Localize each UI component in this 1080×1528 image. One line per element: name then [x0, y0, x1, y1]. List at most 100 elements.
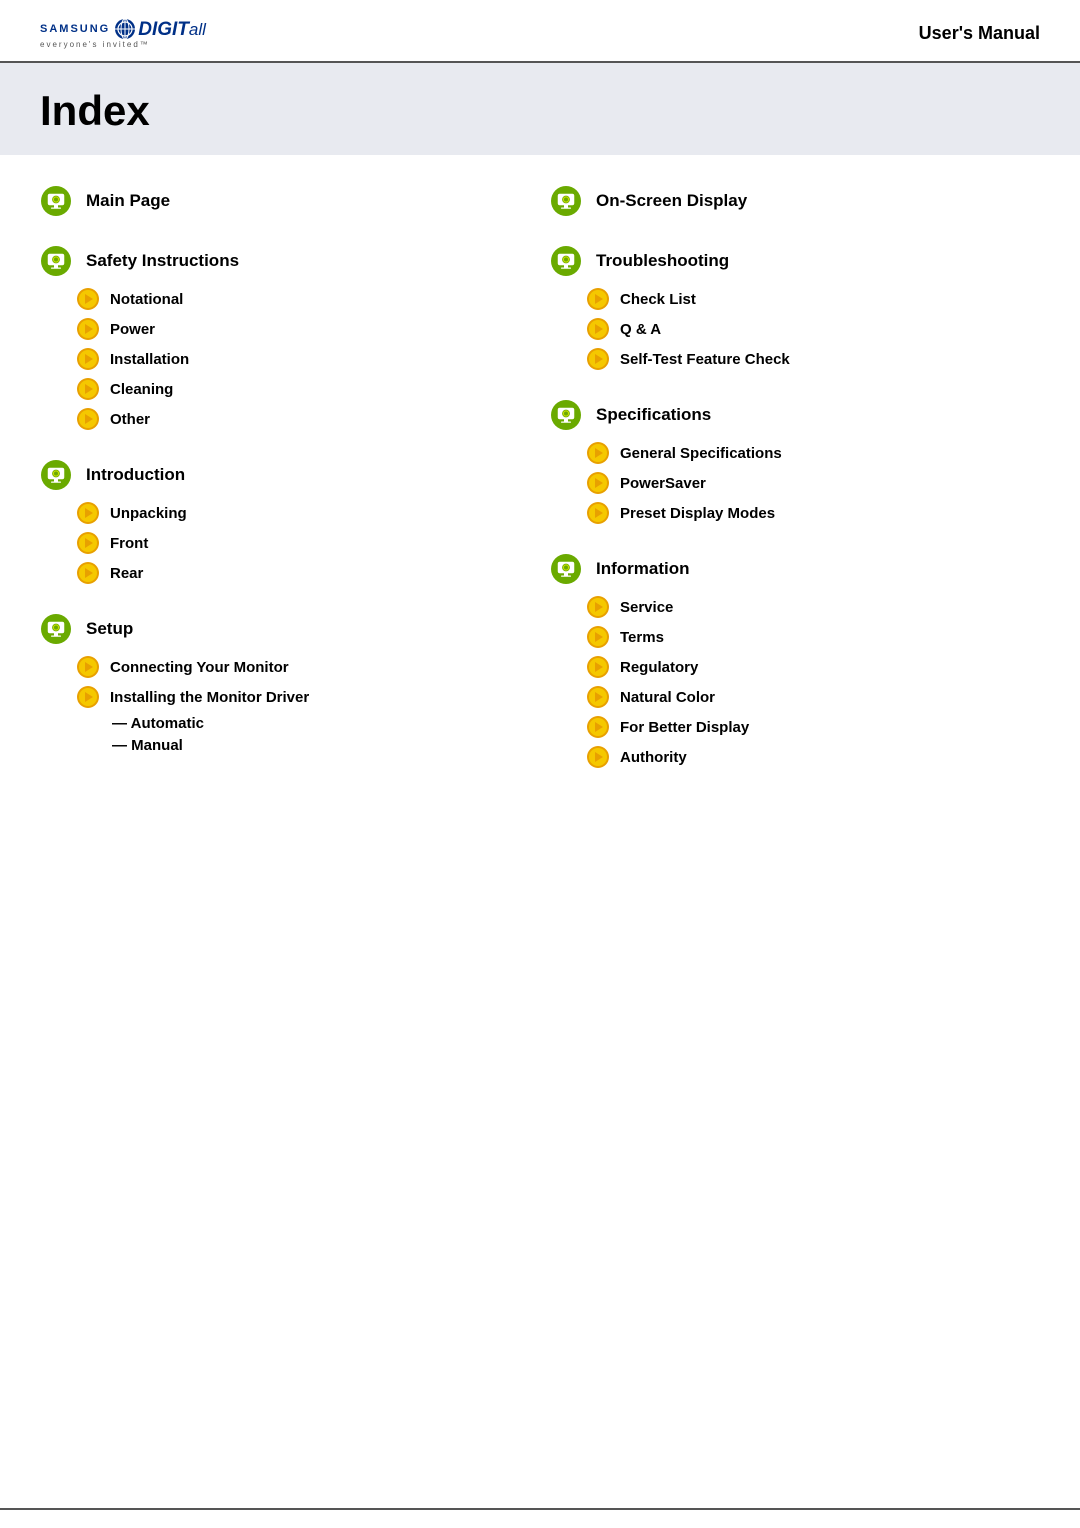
sub-item-powersaver[interactable]: PowerSaver [586, 471, 1040, 495]
right-column: On-Screen Display Troubleshooting Check … [550, 185, 1040, 797]
globe-icon [114, 18, 136, 40]
content: Main Page Safety Instructions Notational… [0, 165, 1080, 1508]
sub-item-terms[interactable]: Terms [586, 625, 1040, 649]
sub-item-icon [76, 531, 100, 555]
section-specifications[interactable]: Specifications General Specifications Po… [550, 399, 1040, 525]
sub-item-installation[interactable]: Installation [76, 347, 530, 371]
sub-label-terms: Terms [620, 629, 664, 646]
sub-item-icon [586, 715, 610, 739]
sub-item-icon [76, 347, 100, 371]
sub-item-icon [586, 287, 610, 311]
section-main-main-page[interactable]: Main Page [40, 185, 530, 217]
sub-label-for-better-display: For Better Display [620, 719, 749, 736]
sub-item-icon [76, 407, 100, 431]
section-main-safety-instructions[interactable]: Safety Instructions [40, 245, 530, 277]
sub-item-icon [586, 625, 610, 649]
sub-item-icon [76, 317, 100, 341]
sub-item-for-better-display[interactable]: For Better Display [586, 715, 1040, 739]
left-column: Main Page Safety Instructions Notational… [40, 185, 530, 797]
index-grid: Main Page Safety Instructions Notational… [40, 185, 1040, 797]
sub-item-q-and-a[interactable]: Q & A [586, 317, 1040, 341]
section-main-introduction[interactable]: Introduction [40, 459, 530, 491]
sub-label-preset-display-modes: Preset Display Modes [620, 505, 775, 522]
main-section-icon [550, 185, 582, 217]
main-section-icon [550, 399, 582, 431]
sub-item-icon [586, 441, 610, 465]
section-main-troubleshooting[interactable]: Troubleshooting [550, 245, 1040, 277]
sub-item-icon [586, 317, 610, 341]
sub-item-icon [586, 655, 610, 679]
section-main-page[interactable]: Main Page [40, 185, 530, 217]
sub-label-other: Other [110, 411, 150, 428]
section-label-setup: Setup [86, 619, 133, 639]
indent-item-automatic[interactable]: — Automatic [112, 715, 530, 733]
sub-item-icon [76, 501, 100, 525]
section-label-on-screen-display: On-Screen Display [596, 191, 747, 211]
sub-item-power[interactable]: Power [76, 317, 530, 341]
sub-item-front[interactable]: Front [76, 531, 530, 555]
section-troubleshooting[interactable]: Troubleshooting Check List Q & A Self-Te… [550, 245, 1040, 371]
sub-item-connecting-monitor[interactable]: Connecting Your Monitor [76, 655, 530, 679]
sub-item-notational[interactable]: Notational [76, 287, 530, 311]
sub-item-service[interactable]: Service [586, 595, 1040, 619]
section-introduction[interactable]: Introduction Unpacking Front Rear [40, 459, 530, 585]
sub-item-unpacking[interactable]: Unpacking [76, 501, 530, 525]
section-label-troubleshooting: Troubleshooting [596, 251, 729, 271]
sub-label-installing-driver: Installing the Monitor Driver [110, 689, 309, 706]
index-title-bar: Index [0, 63, 1080, 155]
sub-item-icon [586, 595, 610, 619]
section-on-screen-display[interactable]: On-Screen Display [550, 185, 1040, 217]
logo: SAMSUNG DIGITall everyone's invited™ [40, 18, 206, 49]
section-information[interactable]: Information Service Terms Regulatory Nat… [550, 553, 1040, 769]
sub-item-icon [586, 501, 610, 525]
section-label-information: Information [596, 559, 690, 579]
sub-label-regulatory: Regulatory [620, 659, 698, 676]
section-label-main-page: Main Page [86, 191, 170, 211]
sub-item-preset-display-modes[interactable]: Preset Display Modes [586, 501, 1040, 525]
sub-item-icon [586, 471, 610, 495]
sub-item-general-specifications[interactable]: General Specifications [586, 441, 1040, 465]
sub-item-self-test[interactable]: Self-Test Feature Check [586, 347, 1040, 371]
sub-item-regulatory[interactable]: Regulatory [586, 655, 1040, 679]
sub-item-installing-driver[interactable]: Installing the Monitor Driver [76, 685, 530, 709]
sub-item-check-list[interactable]: Check List [586, 287, 1040, 311]
tagline: everyone's invited™ [40, 40, 206, 49]
sub-item-rear[interactable]: Rear [76, 561, 530, 585]
page: SAMSUNG DIGITall everyone's invited™ Use… [0, 0, 1080, 1528]
index-title: Index [40, 87, 150, 134]
sub-item-icon [586, 347, 610, 371]
main-section-icon [40, 459, 72, 491]
sub-item-natural-color[interactable]: Natural Color [586, 685, 1040, 709]
sub-item-icon [76, 561, 100, 585]
section-safety-instructions[interactable]: Safety Instructions Notational Power Ins… [40, 245, 530, 431]
section-main-specifications[interactable]: Specifications [550, 399, 1040, 431]
sub-item-icon [586, 685, 610, 709]
section-label-specifications: Specifications [596, 405, 711, 425]
main-section-icon [550, 553, 582, 585]
main-section-icon [40, 245, 72, 277]
section-main-setup[interactable]: Setup [40, 613, 530, 645]
sub-item-icon [586, 745, 610, 769]
section-setup[interactable]: Setup Connecting Your Monitor Installing… [40, 613, 530, 755]
indent-item-manual[interactable]: — Manual [112, 737, 530, 755]
main-section-icon [40, 613, 72, 645]
sub-label-front: Front [110, 535, 148, 552]
sub-label-service: Service [620, 599, 673, 616]
sub-label-general-specifications: General Specifications [620, 445, 782, 462]
sub-item-icon [76, 287, 100, 311]
digit-brand: DIGITall [138, 20, 206, 39]
sub-item-authority[interactable]: Authority [586, 745, 1040, 769]
section-label-introduction: Introduction [86, 465, 185, 485]
sub-label-unpacking: Unpacking [110, 505, 187, 522]
manual-title: User's Manual [919, 23, 1040, 44]
sub-item-other[interactable]: Other [76, 407, 530, 431]
section-main-information[interactable]: Information [550, 553, 1040, 585]
sub-item-icon [76, 685, 100, 709]
section-main-on-screen-display[interactable]: On-Screen Display [550, 185, 1040, 217]
sub-item-cleaning[interactable]: Cleaning [76, 377, 530, 401]
sub-item-icon [76, 377, 100, 401]
samsung-brand: SAMSUNG [40, 23, 110, 35]
main-section-icon [550, 245, 582, 277]
main-section-icon [40, 185, 72, 217]
sub-label-powersaver: PowerSaver [620, 475, 706, 492]
